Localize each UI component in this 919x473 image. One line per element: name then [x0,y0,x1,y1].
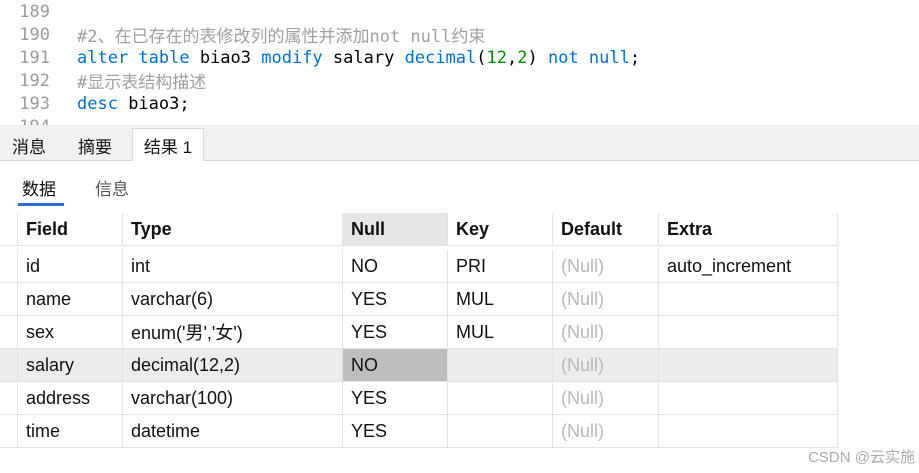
result-tabbar: 消息 摘要 结果 1 [0,125,919,162]
table-row[interactable]: sex enum('男','女') YES MUL (Null) [0,316,838,349]
cell-extra[interactable] [659,415,838,448]
column-header-null[interactable]: Null [343,213,448,246]
table-row[interactable]: time datetime YES (Null) [0,415,838,448]
sql-statement-alter: alter table biao3 modify salary decimal(… [77,47,641,68]
row-marker [0,213,18,246]
cell-extra[interactable] [659,316,838,349]
cell-key[interactable] [448,415,553,448]
tab-result-1[interactable]: 结果 1 [132,128,204,162]
comment-text: #2、在已存在的表修改列的属性并添加not null约束 [77,27,486,47]
cell-type[interactable]: int [123,250,343,283]
line-number: 192 [19,70,50,91]
cell-key[interactable]: MUL [448,283,553,316]
cell-extra[interactable]: auto_increment [659,250,838,283]
column-header-field[interactable]: Field [18,213,123,246]
column-header-type[interactable]: Type [123,213,343,246]
tab-messages[interactable]: 消息 [0,130,58,160]
code-line-192: 192 #显示表结构描述 [0,69,919,94]
code-line-190: 190 #2、在已存在的表修改列的属性并添加not null约束 [0,23,919,48]
code-line-193: 193 desc biao3; [0,92,919,115]
cell-field[interactable]: salary [18,349,123,382]
cell-extra[interactable] [659,382,838,415]
cell-type[interactable]: varchar(6) [123,283,343,316]
line-number: 194 [0,117,50,126]
watermark: CSDN @云实施 [808,449,915,466]
cell-extra[interactable] [659,283,838,316]
table-row[interactable]: id int NO PRI (Null) auto_increment [0,250,838,283]
cell-type[interactable]: decimal(12,2) [123,349,343,382]
cell-type[interactable]: varchar(100) [123,382,343,415]
table-row[interactable]: address varchar(100) YES (Null) [0,382,838,415]
cell-field[interactable]: time [18,415,123,448]
result-subtabbar: 数据 信息 [0,161,919,211]
cell-default[interactable]: (Null) [553,283,659,316]
cell-default[interactable]: (Null) [553,382,659,415]
tab-summary[interactable]: 摘要 [64,130,126,160]
table-row-selected[interactable]: salary decimal(12,2) NO (Null) [0,349,838,382]
cell-key[interactable] [448,382,553,415]
cell-default[interactable]: (Null) [553,349,659,382]
subtab-data[interactable]: 数据 [22,175,56,200]
cell-key[interactable]: PRI [448,250,553,283]
cell-extra[interactable] [659,349,838,382]
column-header-key[interactable]: Key [448,213,553,246]
row-marker [0,415,18,448]
code-line-189: 189 [0,0,919,23]
sql-editor[interactable]: 189 190 #2、在已存在的表修改列的属性并添加not null约束 191… [0,0,919,125]
cell-field[interactable]: address [18,382,123,415]
cell-key[interactable]: MUL [448,316,553,349]
cell-default[interactable]: (Null) [553,415,659,448]
cell-default[interactable]: (Null) [553,250,659,283]
line-number: 191 [19,47,50,68]
cell-field[interactable]: id [18,250,123,283]
code-line-191: 191 alter table biao3 modify salary deci… [0,46,919,69]
cell-field[interactable]: sex [18,316,123,349]
row-marker [0,382,18,415]
sql-statement-desc: desc biao3; [77,93,190,114]
line-number: 193 [19,93,50,114]
cell-type[interactable]: enum('男','女') [123,316,343,349]
table-row[interactable]: name varchar(6) YES MUL (Null) [0,283,838,316]
row-marker [0,349,18,382]
code-line-194: 194 [0,115,919,126]
active-subtab-indicator [18,203,64,206]
cell-null[interactable]: YES [343,415,448,448]
cell-null[interactable]: YES [343,316,448,349]
row-marker [0,283,18,316]
comment-text: #显示表结构描述 [77,73,207,93]
table-header-row: Field Type Null Key Default Extra [0,213,838,246]
column-header-extra[interactable]: Extra [659,213,838,246]
cell-field[interactable]: name [18,283,123,316]
cell-null[interactable]: NO [343,250,448,283]
result-grid: Field Type Null Key Default Extra id int… [0,213,919,473]
subtab-info[interactable]: 信息 [95,175,129,200]
row-marker [0,250,18,283]
line-number: 190 [19,24,50,45]
line-number: 189 [19,1,50,22]
column-header-default[interactable]: Default [553,213,659,246]
cell-key[interactable] [448,349,553,382]
cell-null[interactable]: YES [343,382,448,415]
cell-type[interactable]: datetime [123,415,343,448]
cell-null[interactable]: YES [343,283,448,316]
row-marker [0,316,18,349]
cell-null-focused[interactable]: NO [343,349,448,382]
cell-default[interactable]: (Null) [553,316,659,349]
